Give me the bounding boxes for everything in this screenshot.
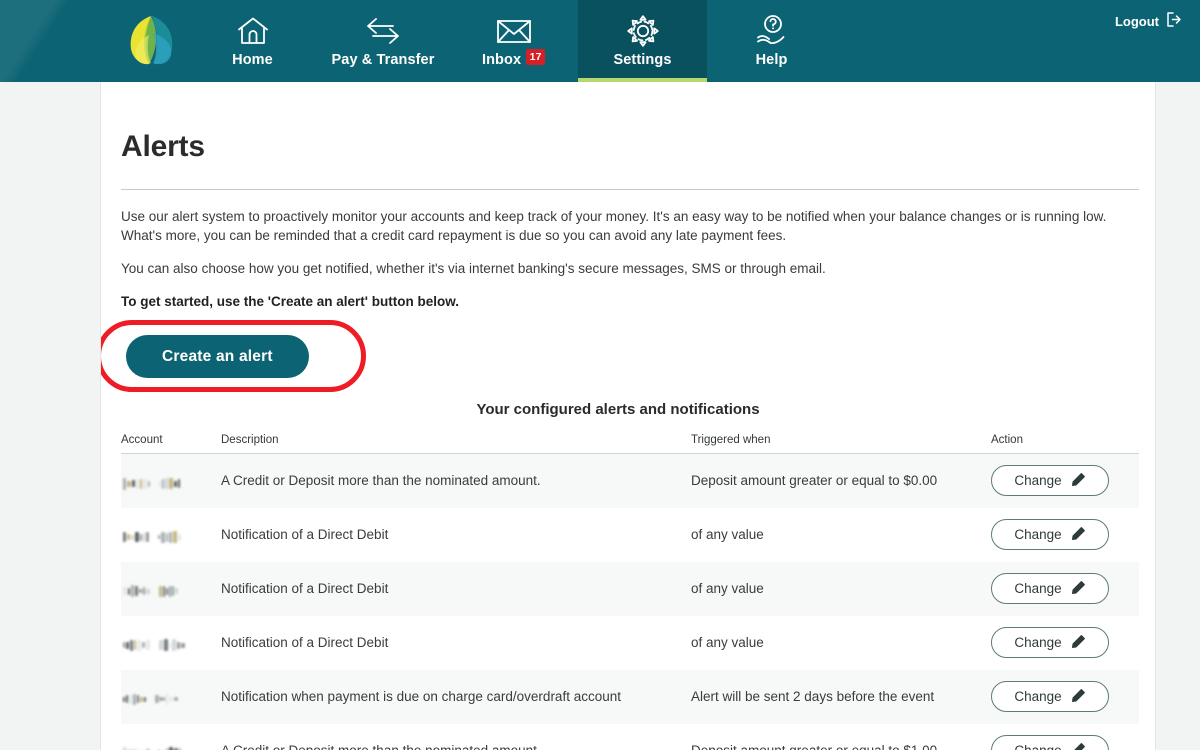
inbox-unread-badge: 17 bbox=[526, 49, 546, 65]
cell-account-redacted bbox=[121, 508, 221, 562]
envelope-icon bbox=[495, 12, 533, 50]
change-alert-button[interactable]: Change bbox=[991, 735, 1109, 750]
change-button-label: Change bbox=[1014, 689, 1062, 704]
table-caption: Your configured alerts and notifications bbox=[476, 401, 760, 418]
nav-item-pay-and-transfer[interactable]: Pay & Transfer bbox=[317, 0, 449, 82]
bank-logo[interactable] bbox=[112, 0, 188, 82]
cell-action: Change bbox=[991, 724, 1139, 750]
cell-action: Change bbox=[991, 670, 1139, 724]
cell-action: Change bbox=[991, 454, 1139, 508]
table-row: A Credit or Deposit more than the nomina… bbox=[121, 723, 1139, 750]
column-header-triggered: Triggered when bbox=[691, 434, 991, 454]
change-button-label: Change bbox=[1014, 473, 1062, 489]
column-header-account: Account bbox=[121, 434, 221, 454]
pencil-icon bbox=[1071, 688, 1086, 706]
nav-list: Home Pay & Transfer Inbox 17 Settings He… bbox=[0, 0, 1200, 82]
change-alert-button[interactable]: Change bbox=[991, 681, 1109, 712]
cell-description: Notification of a Direct Debit bbox=[221, 527, 389, 542]
table-header: Account Description Triggered when Actio… bbox=[121, 434, 1139, 454]
cell-triggered-when: of any value bbox=[691, 527, 764, 542]
table-row: Notification of a Direct Debit of any val… bbox=[121, 561, 1139, 616]
change-button-label: Change bbox=[1014, 743, 1061, 750]
create-alert-button[interactable]: Create an alert bbox=[126, 335, 309, 378]
table-row: Notification of a Direct Debit of any val… bbox=[121, 615, 1139, 670]
page-title: Alerts bbox=[121, 130, 205, 163]
transfer-icon bbox=[363, 12, 403, 50]
create-alert-area: Create an alert bbox=[101, 320, 1135, 395]
cell-action: Change bbox=[991, 562, 1139, 616]
change-alert-button[interactable]: Change bbox=[991, 465, 1109, 497]
home-icon bbox=[236, 12, 270, 50]
alerts-table: Account Description Triggered when Actio… bbox=[121, 434, 1139, 750]
cell-triggered-when: Deposit amount greater or equal to $1.00 bbox=[691, 724, 991, 750]
change-button-label: Change bbox=[1014, 527, 1062, 542]
intro-paragraph-2: You can also choose how you get notified… bbox=[121, 261, 826, 276]
nav-item-label-text: Inbox bbox=[481, 52, 522, 68]
page-background: Alerts Use our alert system to proactive… bbox=[0, 82, 1200, 750]
nav-item-inbox[interactable]: Inbox 17 bbox=[449, 0, 578, 82]
logout-icon bbox=[1165, 11, 1182, 31]
nav-item-help[interactable]: Help bbox=[707, 0, 836, 82]
change-alert-button[interactable]: Change bbox=[991, 519, 1109, 550]
cell-action: Change bbox=[991, 508, 1139, 562]
pencil-icon bbox=[1071, 634, 1086, 652]
cell-description: Notification of a Direct Debit bbox=[221, 635, 389, 650]
cell-triggered-when: of any value bbox=[691, 581, 764, 596]
change-button-label: Change bbox=[1014, 635, 1062, 650]
cell-account-redacted bbox=[121, 724, 221, 750]
nav-item-label: Settings bbox=[613, 52, 672, 68]
cell-account-redacted bbox=[121, 454, 221, 508]
cell-account-redacted bbox=[121, 616, 221, 670]
top-navigation-bar: Home Pay & Transfer Inbox 17 Settings He… bbox=[0, 0, 1200, 82]
logout-label: Logout bbox=[1114, 13, 1159, 29]
cell-triggered-when: Alert will be sent 2 days before the eve… bbox=[691, 689, 935, 704]
intro-text: Use our alert system to proactively moni… bbox=[121, 190, 1135, 311]
pencil-icon bbox=[1071, 526, 1086, 544]
nav-item-label: Inbox 17 bbox=[481, 49, 546, 70]
cell-description: Notification of a Direct Debit bbox=[221, 581, 389, 596]
nav-item-settings[interactable]: Settings bbox=[578, 0, 707, 82]
help-hand-icon bbox=[754, 12, 790, 50]
table-body: A Credit or Deposit more than the nomina… bbox=[121, 453, 1139, 750]
intro-paragraph-1: Use our alert system to proactively moni… bbox=[121, 209, 1107, 243]
change-alert-button[interactable]: Change bbox=[991, 573, 1109, 604]
pencil-icon bbox=[1071, 580, 1086, 598]
nav-item-label: Home bbox=[232, 52, 273, 68]
cell-triggered-when: Deposit amount greater or equal to $0.00 bbox=[691, 473, 938, 489]
column-header-description: Description bbox=[221, 434, 691, 454]
table-row: Notification of a Direct Debit of any val… bbox=[121, 507, 1139, 562]
table-row: Notification when payment is due on char… bbox=[121, 669, 1139, 724]
table-header-row: Account Description Triggered when Actio… bbox=[121, 434, 1139, 454]
intro-paragraph-3: To get started, use the 'Create an alert… bbox=[121, 294, 459, 309]
pencil-icon bbox=[1071, 472, 1086, 490]
cell-triggered-when: of any value bbox=[691, 635, 764, 650]
cell-description: Notification when payment is due on char… bbox=[221, 689, 621, 704]
content-card: Alerts Use our alert system to proactive… bbox=[100, 82, 1156, 750]
change-alert-button[interactable]: Change bbox=[991, 627, 1109, 658]
nav-item-label: Help bbox=[755, 52, 788, 68]
table-row: A Credit or Deposit more than the nomina… bbox=[121, 453, 1139, 508]
column-header-action: Action bbox=[991, 434, 1139, 454]
nav-item-home[interactable]: Home bbox=[188, 0, 317, 82]
cell-description: A Credit or Deposit more than the nomina… bbox=[221, 473, 541, 489]
pencil-icon bbox=[1071, 742, 1086, 750]
change-button-label: Change bbox=[1014, 581, 1062, 596]
gear-icon bbox=[626, 12, 660, 50]
logout-button[interactable]: Logout bbox=[1115, 11, 1182, 31]
cell-account-redacted bbox=[121, 670, 221, 724]
nav-item-label: Pay & Transfer bbox=[331, 52, 435, 68]
cell-action: Change bbox=[991, 616, 1139, 670]
cell-description: A Credit or Deposit more than the nomina… bbox=[221, 724, 691, 750]
cell-account-redacted bbox=[121, 562, 221, 616]
